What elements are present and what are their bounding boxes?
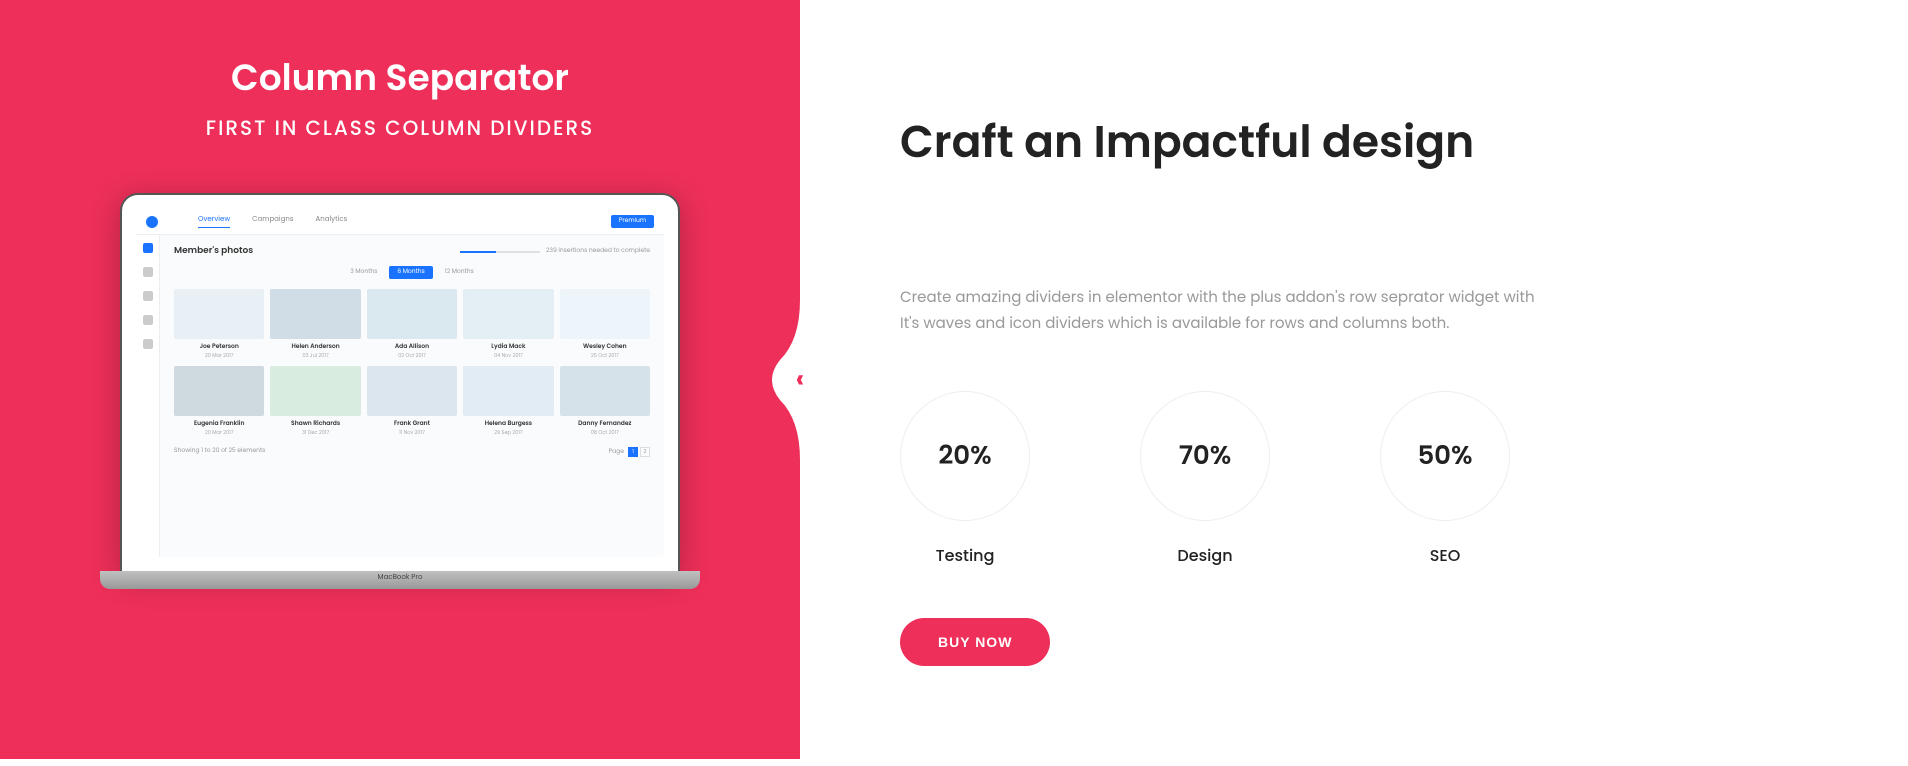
stat-label: Design [1140, 543, 1270, 568]
progress-text: 239 insertions needed to complete [546, 247, 650, 256]
photo-card[interactable]: Joe Peterson20 Mar 2017 [174, 289, 264, 360]
stat-label: SEO [1380, 543, 1510, 568]
photo-date: 03 Jul 2017 [270, 352, 360, 360]
laptop-screen: Overview Campaigns Analytics Premium [120, 193, 680, 573]
page-container: Column Separator FIRST IN CLASS COLUMN D… [0, 0, 1908, 759]
photo-card[interactable]: Shawn Richards31 Dec 2017 [270, 366, 360, 437]
photo-name: Ada Allison [367, 343, 457, 352]
sidebar-mail-icon[interactable] [143, 315, 153, 325]
laptop-mockup: Overview Campaigns Analytics Premium [100, 193, 700, 613]
laptop-base [100, 571, 700, 589]
app-sidebar [136, 235, 160, 557]
stat-circle: 20% [900, 391, 1030, 521]
pagination: Page 1 2 [609, 447, 650, 457]
app-tabs: Overview Campaigns Analytics [198, 215, 347, 228]
photo-date: 20 Mar 2017 [174, 429, 264, 437]
photo-name: Helen Anderson [270, 343, 360, 352]
photo-thumb [463, 366, 553, 416]
page-label: Page [609, 448, 624, 457]
photo-name: Lydia Mack [463, 343, 553, 352]
stat-circle: 50% [1380, 391, 1510, 521]
tab-overview[interactable]: Overview [198, 215, 230, 228]
photo-thumb [270, 366, 360, 416]
left-panel: Column Separator FIRST IN CLASS COLUMN D… [0, 0, 800, 759]
photo-name: Eugenia Franklin [174, 420, 264, 429]
main-title: Member's photos [174, 245, 253, 258]
photo-card[interactable]: Helen Anderson03 Jul 2017 [270, 289, 360, 360]
photo-thumb [560, 289, 650, 339]
time-filters: 3 Months 6 Months 12 Months [174, 266, 650, 279]
photo-name: Joe Peterson [174, 343, 264, 352]
photo-name: Shawn Richards [270, 420, 360, 429]
app-window: Overview Campaigns Analytics Premium [136, 209, 664, 557]
photo-date: 08 Oct 2017 [560, 429, 650, 437]
pager: 1 2 [628, 447, 650, 457]
stat-label: Testing [900, 543, 1030, 568]
page-1-button[interactable]: 1 [628, 447, 638, 457]
filter-12months[interactable]: 12 Months [437, 266, 482, 279]
photo-card[interactable]: Lydia Mack04 Nov 2017 [463, 289, 553, 360]
right-title: Craft an Impactful design [900, 110, 1838, 175]
photo-date: 25 Oct 2017 [560, 352, 650, 360]
photo-card[interactable]: Ada Allison02 Oct 2017 [367, 289, 457, 360]
main-footer: Showing 1 to 20 of 25 elements Page 1 2 [174, 447, 650, 457]
page-2-button[interactable]: 2 [640, 447, 650, 457]
app-logo-icon [146, 216, 158, 228]
stat-testing: 20% Testing [900, 391, 1030, 568]
left-subtitle: FIRST IN CLASS COLUMN DIVIDERS [206, 113, 594, 143]
right-description: Create amazing dividers in elementor wit… [900, 285, 1540, 336]
photo-grid: Joe Peterson20 Mar 2017Helen Anderson03 … [174, 289, 650, 437]
photo-date: 02 Oct 2017 [367, 352, 457, 360]
photo-thumb [270, 289, 360, 339]
premium-button[interactable]: Premium [611, 215, 654, 228]
photo-name: Wesley Cohen [560, 343, 650, 352]
sidebar-chat-icon[interactable] [143, 267, 153, 277]
photo-card[interactable]: Danny Fernandez08 Oct 2017 [560, 366, 650, 437]
progress-wrap: 239 insertions needed to complete [460, 247, 650, 256]
footer-count-text: Showing 1 to 20 of 25 elements [174, 447, 265, 457]
filter-3months[interactable]: 3 Months [342, 266, 385, 279]
stat-circle: 70% [1140, 391, 1270, 521]
photo-thumb [560, 366, 650, 416]
left-title: Column Separator [231, 50, 569, 105]
photo-card[interactable]: Wesley Cohen25 Oct 2017 [560, 289, 650, 360]
app-main: Member's photos 239 insertions needed to… [160, 235, 664, 557]
stat-design: 70% Design [1140, 391, 1270, 568]
app-body: Member's photos 239 insertions needed to… [136, 235, 664, 557]
photo-date: 29 Sep 2017 [463, 429, 553, 437]
photo-card[interactable]: Helena Burgess29 Sep 2017 [463, 366, 553, 437]
photo-thumb [367, 289, 457, 339]
stat-value: 50% [1417, 437, 1472, 476]
sidebar-dashboard-icon[interactable] [143, 243, 153, 253]
photo-thumb [463, 289, 553, 339]
stat-value: 70% [1179, 437, 1232, 476]
sidebar-settings-icon[interactable] [143, 339, 153, 349]
chevron-left-icon[interactable]: ‹ [796, 360, 805, 399]
photo-thumb [367, 366, 457, 416]
photo-date: 20 Mar 2017 [174, 352, 264, 360]
sidebar-folder-icon[interactable] [143, 291, 153, 301]
filter-6months[interactable]: 6 Months [389, 266, 432, 279]
stat-seo: 50% SEO [1380, 391, 1510, 568]
app-header: Overview Campaigns Analytics Premium [136, 209, 664, 235]
tab-campaigns[interactable]: Campaigns [252, 215, 293, 228]
photo-name: Danny Fernandez [560, 420, 650, 429]
photo-name: Helena Burgess [463, 420, 553, 429]
photo-thumb [174, 366, 264, 416]
tab-analytics[interactable]: Analytics [316, 215, 348, 228]
photo-card[interactable]: Frank Grant11 Nov 2017 [367, 366, 457, 437]
progress-bar [460, 251, 540, 253]
photo-thumb [174, 289, 264, 339]
main-header: Member's photos 239 insertions needed to… [174, 245, 650, 258]
stat-value: 20% [938, 437, 991, 476]
photo-date: 11 Nov 2017 [367, 429, 457, 437]
buy-now-button[interactable]: BUY NOW [900, 618, 1050, 666]
photo-card[interactable]: Eugenia Franklin20 Mar 2017 [174, 366, 264, 437]
photo-date: 31 Dec 2017 [270, 429, 360, 437]
right-panel: Craft an Impactful design Create amazing… [800, 0, 1908, 759]
photo-name: Frank Grant [367, 420, 457, 429]
photo-date: 04 Nov 2017 [463, 352, 553, 360]
stats-row: 20% Testing 70% Design 50% SEO [900, 391, 1838, 568]
